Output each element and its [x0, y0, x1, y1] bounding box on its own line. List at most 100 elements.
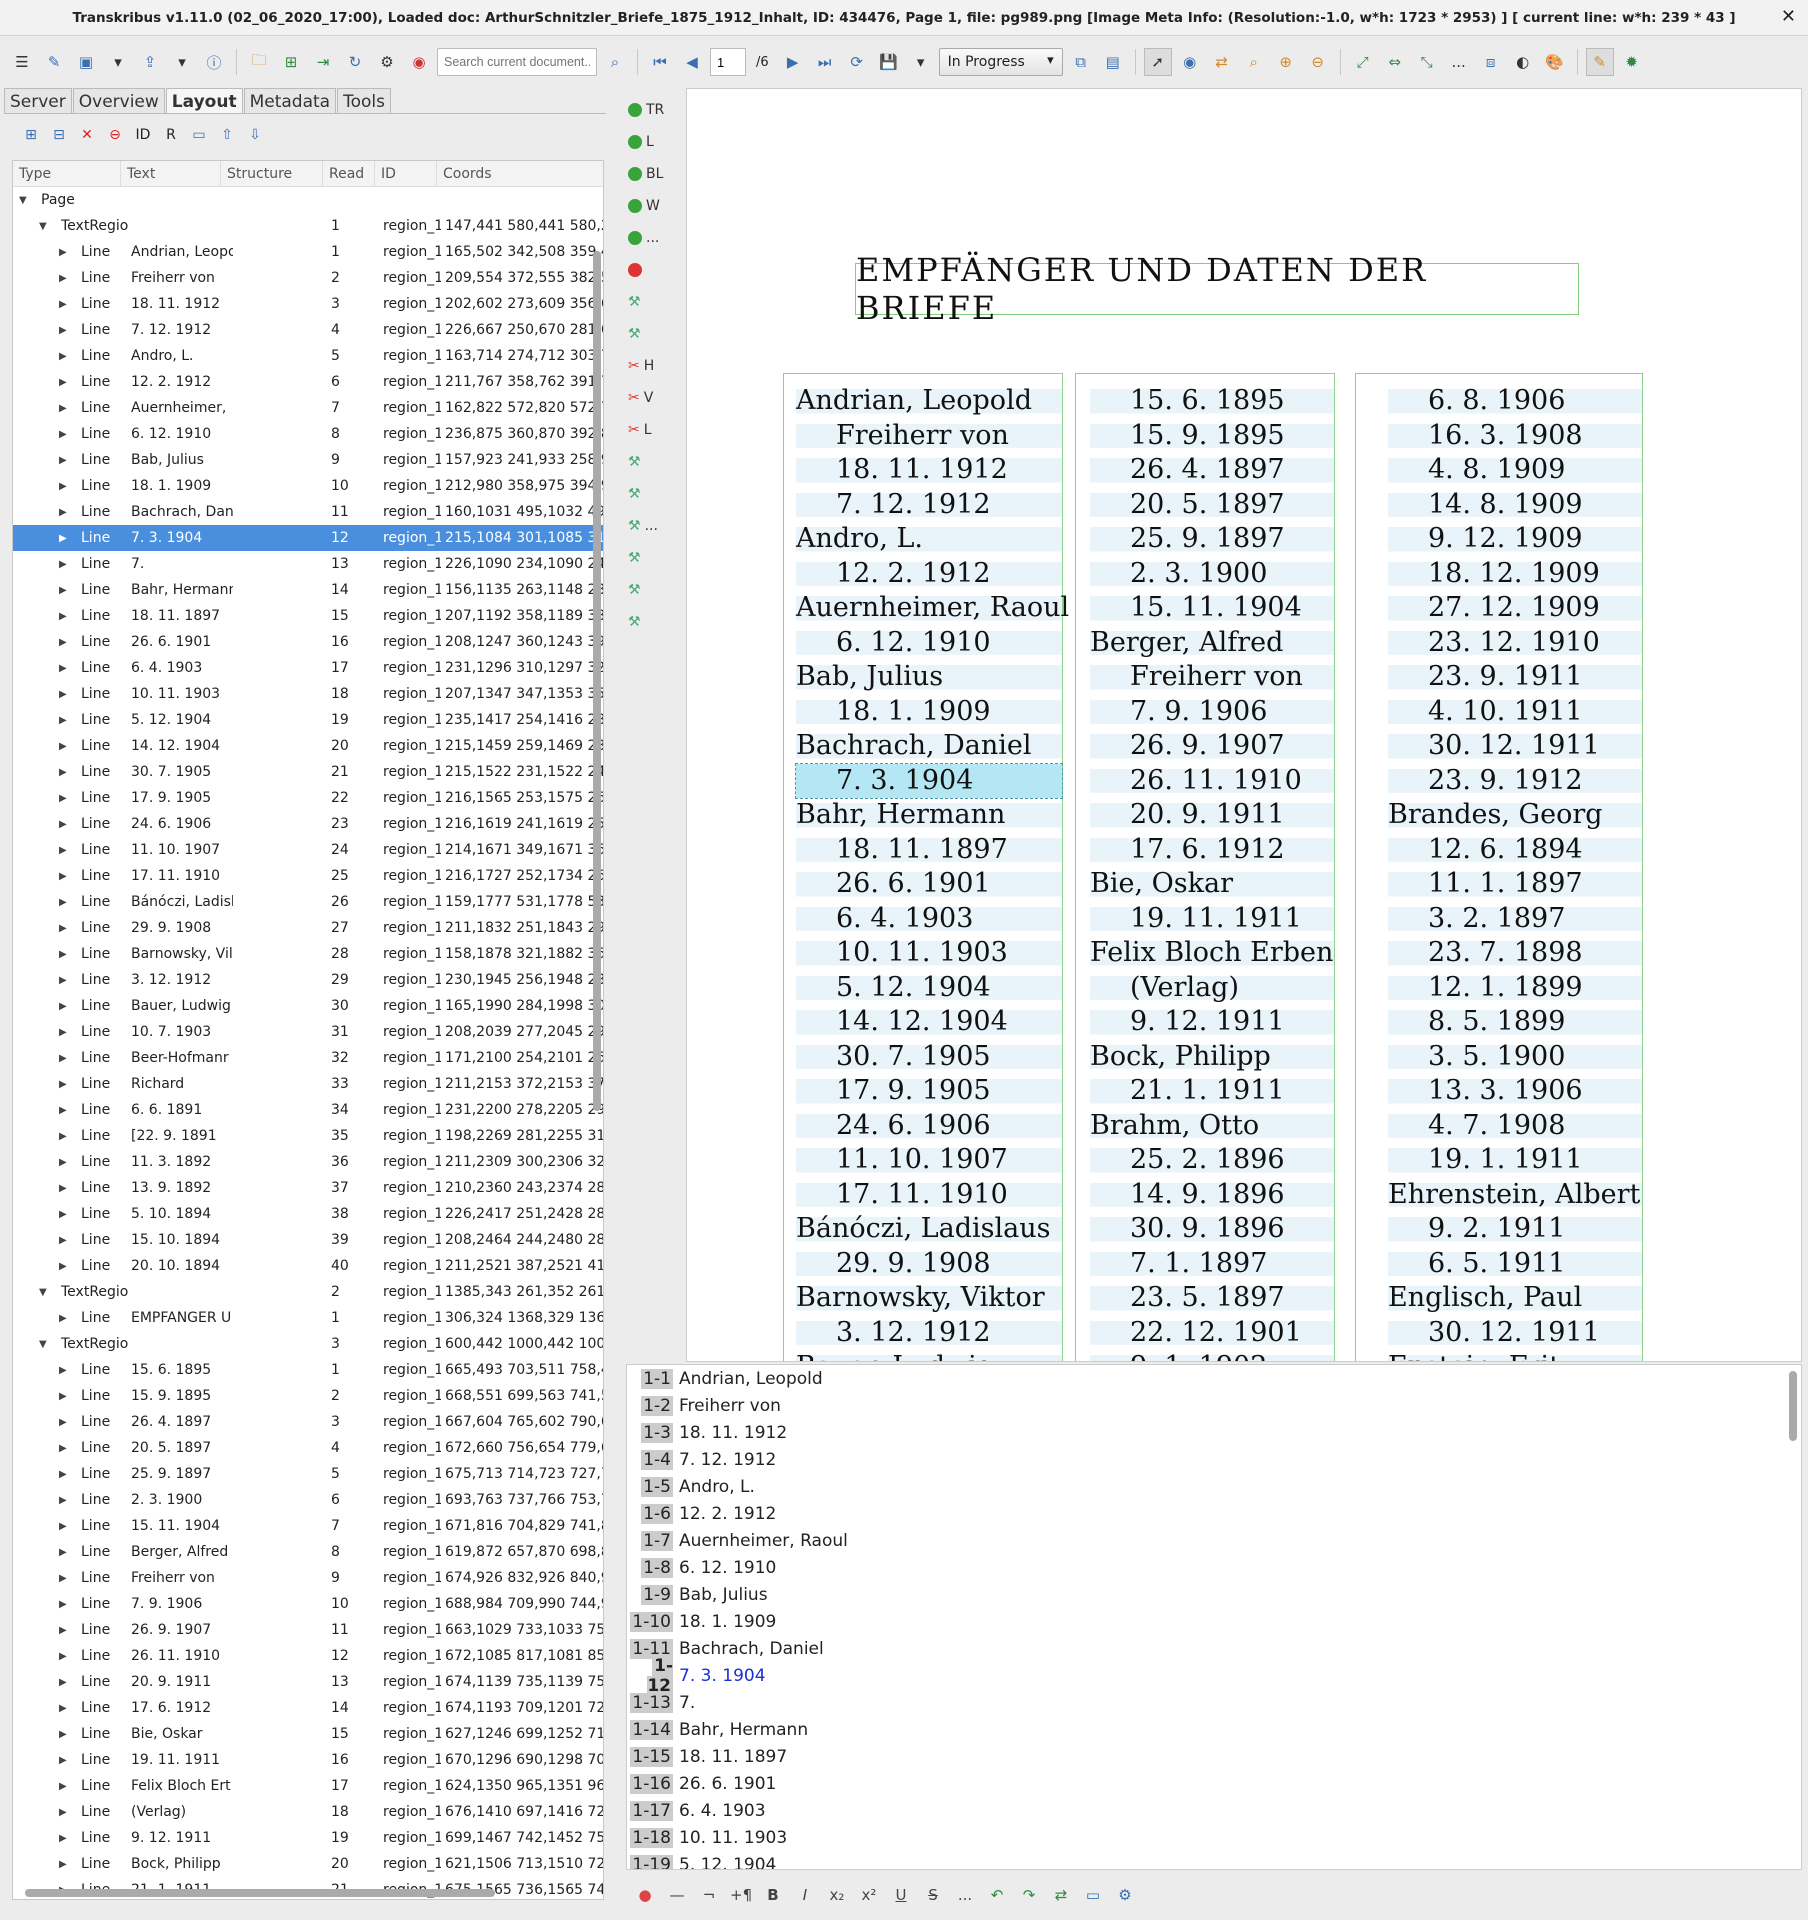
- expand-arrow-icon[interactable]: ▶: [59, 1209, 67, 1220]
- superscript-icon[interactable]: x²: [858, 1886, 880, 1904]
- editor-line[interactable]: 1-9 Bab, Julius: [627, 1581, 1801, 1608]
- add-tool-7[interactable]: ⚒: [628, 318, 678, 350]
- text-line[interactable]: Bie, Oskar: [1090, 867, 1334, 902]
- line-text[interactable]: 6. 4. 1903: [679, 1801, 766, 1821]
- text-line[interactable]: Brandes, Georg: [1388, 798, 1642, 833]
- add-tool-15[interactable]: ⚒: [628, 574, 678, 606]
- text-line[interactable]: Freiherr von: [1090, 660, 1334, 695]
- tree-row-line[interactable]: ▶ Line 15. 9. 1895 2 region_1 668,551 699,563…: [13, 1383, 603, 1409]
- expand-arrow-icon[interactable]: ▶: [59, 1625, 67, 1636]
- text-line[interactable]: 15. 11. 1904: [1090, 591, 1334, 626]
- tree-horizontal-scrollbar[interactable]: [25, 1889, 495, 1897]
- layout-icon[interactable]: ▭: [1082, 1886, 1104, 1904]
- next-page-icon[interactable]: ▶: [779, 48, 807, 76]
- text-line[interactable]: 15. 6. 1895: [1090, 384, 1334, 419]
- italic-icon[interactable]: I: [794, 1886, 816, 1904]
- col-text-header[interactable]: Text: [121, 161, 221, 186]
- tab-overview[interactable]: Overview: [72, 88, 165, 113]
- expand-arrow-icon[interactable]: ▶: [59, 481, 67, 492]
- text-line[interactable]: Ehrenstein, Albert: [1388, 1177, 1642, 1212]
- tree-row-line[interactable]: ▶ Line 7. 3. 1904 12 region_1 215,1084 301,10…: [13, 525, 603, 551]
- text-line[interactable]: 9. 12. 1909: [1388, 522, 1642, 557]
- add-tool-3[interactable]: W: [628, 190, 678, 222]
- text-line[interactable]: 6. 12. 1910: [796, 625, 1062, 660]
- folder-add-icon[interactable]: ⊞: [277, 48, 305, 76]
- tree-row-line[interactable]: ▶ Line Beer-Hofmanr 32 region_1 171,2100 254,…: [13, 1045, 603, 1071]
- text-line[interactable]: 5. 12. 1904: [796, 970, 1062, 1005]
- underline-icon[interactable]: U: [890, 1886, 912, 1904]
- expand-arrow-icon[interactable]: ▶: [59, 637, 67, 648]
- paragraph-icon[interactable]: +¶: [730, 1886, 752, 1904]
- expand-arrow-icon[interactable]: ▶: [59, 1131, 67, 1142]
- line-text[interactable]: 7. 3. 1904: [679, 1666, 766, 1686]
- robot-icon[interactable]: ⚙: [373, 48, 401, 76]
- tree-row-line[interactable]: ▶ Line 17. 6. 1912 14 region_1 674,1193 709,1…: [13, 1695, 603, 1721]
- record-icon[interactable]: ●: [634, 1886, 656, 1904]
- text-line[interactable]: 18. 1. 1909: [796, 694, 1062, 729]
- expand-arrow-icon[interactable]: ▶: [59, 585, 67, 596]
- line-text[interactable]: Auernheimer, Raoul: [679, 1531, 848, 1551]
- delete-icon[interactable]: ✕: [76, 124, 98, 146]
- text-line[interactable]: 2. 3. 1900: [1090, 556, 1334, 591]
- add-tool-11[interactable]: ⚒: [628, 446, 678, 478]
- text-line[interactable]: Freiherr von: [796, 418, 1062, 453]
- expand-arrow-icon[interactable]: ▶: [59, 1547, 67, 1558]
- add-tool-6[interactable]: ⚒: [628, 286, 678, 318]
- expand-arrow-icon[interactable]: ▶: [59, 533, 67, 544]
- contrast-icon[interactable]: ◐: [1509, 48, 1537, 76]
- text-line[interactable]: (Verlag): [1090, 970, 1334, 1005]
- tree-row-line[interactable]: ▶ Line 26. 11. 1910 12 region_1 672,1085 817,…: [13, 1643, 603, 1669]
- expand-arrow-icon[interactable]: ▶: [59, 377, 67, 388]
- move-up-icon[interactable]: ⇧: [216, 124, 238, 146]
- text-line[interactable]: 12. 1. 1899: [1388, 970, 1642, 1005]
- text-line[interactable]: 19. 1. 1911: [1388, 1143, 1642, 1178]
- expand-arrow-icon[interactable]: ▶: [59, 1599, 67, 1610]
- last-page-icon[interactable]: ⏭: [811, 48, 839, 76]
- text-line[interactable]: 7. 1. 1897: [1090, 1246, 1334, 1281]
- text-line[interactable]: 9. 12. 1911: [1090, 1005, 1334, 1040]
- text-line[interactable]: 3. 12. 1912: [796, 1315, 1062, 1350]
- text-line[interactable]: 22. 12. 1901: [1090, 1315, 1334, 1350]
- text-line[interactable]: 20. 9. 1911: [1090, 798, 1334, 833]
- edit-doc-icon[interactable]: ✎: [40, 48, 68, 76]
- text-line[interactable]: 14. 8. 1909: [1388, 487, 1642, 522]
- expand-arrow-icon[interactable]: ▶: [59, 1417, 67, 1428]
- split-tool-9[interactable]: ✂ V: [628, 382, 678, 414]
- text-line[interactable]: 10. 11. 1903: [796, 936, 1062, 971]
- tree-row-region[interactable]: ▼ TextRegio 2 region_1 1385,343 261,352 261,…: [13, 1279, 603, 1305]
- text-line[interactable]: 23. 7. 1898: [1388, 936, 1642, 971]
- text-line[interactable]: 16. 3. 1908: [1388, 418, 1642, 453]
- line-text[interactable]: Andrian, Leopold: [679, 1369, 823, 1389]
- text-line[interactable]: 3. 2. 1897: [1388, 901, 1642, 936]
- expand-arrow-icon[interactable]: ▶: [59, 1443, 67, 1454]
- text-line[interactable]: 3. 5. 1900: [1388, 1039, 1642, 1074]
- text-line[interactable]: 23. 9. 1911: [1388, 660, 1642, 695]
- expand-arrow-icon[interactable]: ▶: [59, 1235, 67, 1246]
- text-line[interactable]: 25. 2. 1896: [1090, 1143, 1334, 1178]
- expand-all-icon[interactable]: ⊞: [20, 124, 42, 146]
- text-line[interactable]: 17. 6. 1912: [1090, 832, 1334, 867]
- expand-arrow-icon[interactable]: ▶: [59, 897, 67, 908]
- compare-icon[interactable]: ⇄: [1208, 48, 1236, 76]
- line-text[interactable]: Freiherr von: [679, 1396, 781, 1416]
- tree-row-line[interactable]: ▶ Line 25. 9. 1897 5 region_1 675,713 714,723…: [13, 1461, 603, 1487]
- tree-row-line[interactable]: ▶ Line 13. 9. 1892 37 region_1 210,2360 243,2…: [13, 1175, 603, 1201]
- tree-row-line[interactable]: ▶ Line 18. 1. 1909 10 region_1 212,980 358,97…: [13, 473, 603, 499]
- tree-row-line[interactable]: ▶ Line 15. 10. 1894 39 region_1 208,2464 244,…: [13, 1227, 603, 1253]
- add-tool-0[interactable]: TR: [628, 94, 678, 126]
- add-tool-2[interactable]: BL: [628, 158, 678, 190]
- tree-row-line[interactable]: ▶ Line 7. 13 region_1 226,1090 234,1090 242,: [13, 551, 603, 577]
- text-line[interactable]: 7. 12. 1912: [796, 487, 1062, 522]
- text-line[interactable]: 23. 12. 1910: [1388, 625, 1642, 660]
- tab-server[interactable]: Server: [4, 88, 72, 113]
- settings-icon[interactable]: ⚙: [1114, 1886, 1136, 1904]
- expand-arrow-icon[interactable]: ▶: [59, 923, 67, 934]
- expand-arrow-icon[interactable]: ▶: [59, 1079, 67, 1090]
- tree-row-line[interactable]: ▶ Line 10. 11. 1903 18 region_1 207,1347 347,…: [13, 681, 603, 707]
- zoom-out-icon[interactable]: ⊖: [1304, 48, 1332, 76]
- fit-page-icon[interactable]: ⤢: [1349, 48, 1377, 76]
- reading-order-icon[interactable]: R: [160, 124, 182, 146]
- subscript-icon[interactable]: x₂: [826, 1886, 848, 1904]
- tree-row-line[interactable]: ▶ Line 2. 3. 1900 6 region_1 693,763 737,766 …: [13, 1487, 603, 1513]
- first-page-icon[interactable]: ⏮: [646, 48, 674, 76]
